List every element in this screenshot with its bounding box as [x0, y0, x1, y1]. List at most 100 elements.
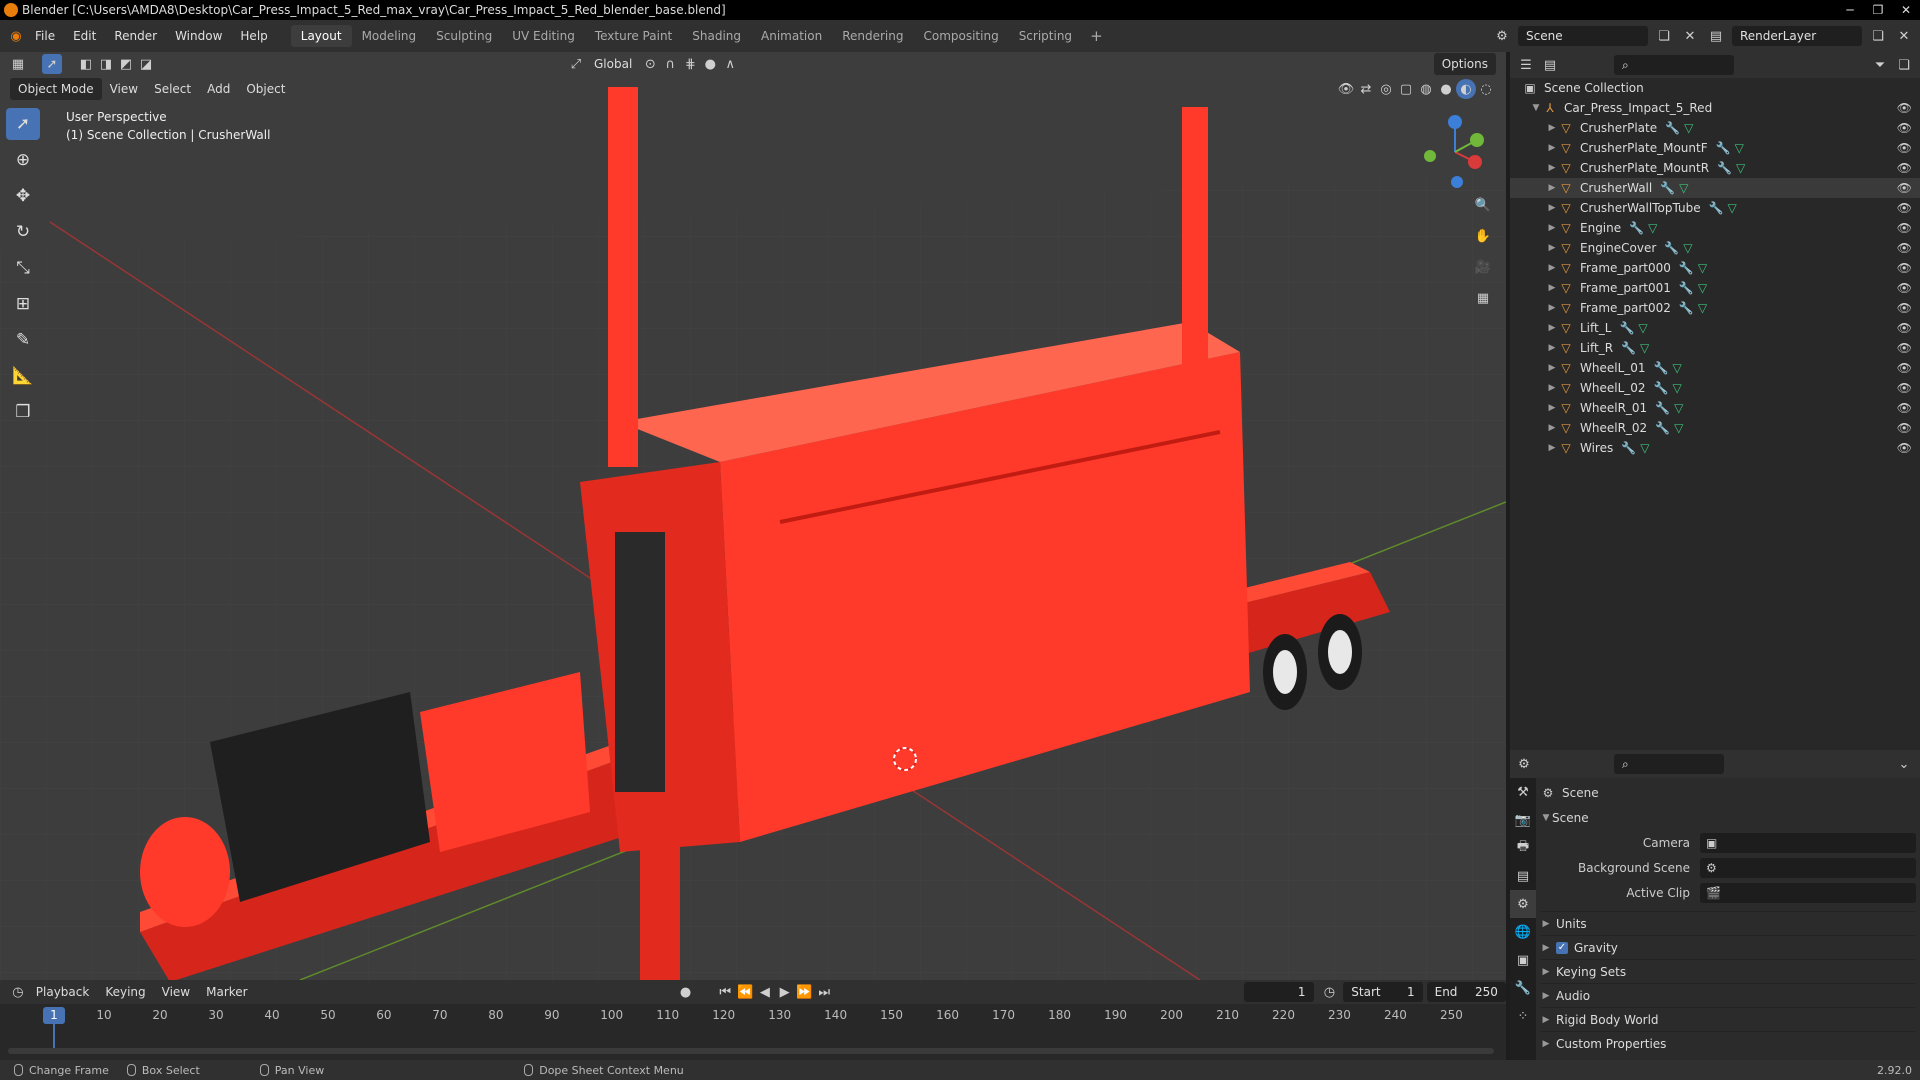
play-reverse-icon[interactable]: ◀: [755, 982, 775, 1002]
mesh-data-icon[interactable]: ▽: [1728, 201, 1737, 215]
outliner-editor-icon[interactable]: ☰: [1516, 55, 1536, 75]
mesh-data-icon[interactable]: ▽: [1640, 341, 1649, 355]
menu-file[interactable]: File: [26, 29, 64, 43]
end-frame-field[interactable]: End 250: [1426, 982, 1506, 1002]
viewport-menu-view[interactable]: View: [102, 78, 146, 100]
select-intersect-icon[interactable]: ◪: [136, 54, 156, 74]
eye-icon[interactable]: 👁: [1897, 298, 1912, 318]
tab-scripting[interactable]: Scripting: [1009, 25, 1082, 47]
menu-render[interactable]: Render: [105, 29, 166, 43]
tool-tab-icon[interactable]: ⚒: [1510, 778, 1536, 806]
tab-sculpting[interactable]: Sculpting: [426, 25, 502, 47]
prev-keyframe-icon[interactable]: ⏪: [735, 982, 755, 1002]
eye-icon[interactable]: 👁: [1897, 378, 1912, 398]
view-layer-tab-icon[interactable]: ▤: [1510, 862, 1536, 890]
select-mode-icon[interactable]: ➚: [42, 54, 62, 74]
filter-icon[interactable]: ⏷: [1870, 55, 1890, 75]
expand-triangle-icon[interactable]: ▶: [1546, 203, 1558, 213]
modifier-icon[interactable]: 🔧: [1654, 381, 1669, 395]
select-box-icon[interactable]: ◧: [76, 54, 96, 74]
modifier-icon[interactable]: 🔧: [1655, 401, 1670, 415]
orientation-dropdown[interactable]: Global: [586, 53, 640, 75]
move-tool-icon[interactable]: ✥: [6, 180, 40, 212]
mesh-data-icon[interactable]: ▽: [1698, 261, 1707, 275]
modifier-icon[interactable]: 🔧: [1629, 221, 1644, 235]
mesh-data-icon[interactable]: ▽: [1698, 301, 1707, 315]
eye-icon[interactable]: 👁: [1897, 338, 1912, 358]
xray-icon[interactable]: ▢: [1396, 79, 1416, 99]
outliner-search-input[interactable]: ⌕: [1614, 55, 1734, 75]
transform-tool-icon[interactable]: ⊞: [6, 288, 40, 320]
outliner-item[interactable]: ▶ ▽ Frame_part000 🔧 ▽ 👁: [1510, 258, 1920, 278]
panel-expand-icon[interactable]: ▶: [1540, 967, 1552, 977]
modifier-icon[interactable]: 🔧: [1717, 161, 1732, 175]
timeline-editor-icon[interactable]: ◷: [8, 982, 28, 1002]
expand-triangle-icon[interactable]: ▶: [1546, 263, 1558, 273]
renderlayer-icon[interactable]: ▤: [1706, 26, 1726, 46]
outliner-collection[interactable]: ▼ ⅄ Car_Press_Impact_5_Red 👁: [1510, 98, 1920, 118]
expand-triangle-icon[interactable]: ▶: [1546, 223, 1558, 233]
modifier-icon[interactable]: 🔧: [1621, 341, 1636, 355]
add-cube-tool-icon[interactable]: ❒: [6, 396, 40, 428]
new-collection-icon[interactable]: ❏: [1894, 55, 1914, 75]
menu-window[interactable]: Window: [166, 29, 231, 43]
expand-triangle-icon[interactable]: ▶: [1546, 123, 1558, 133]
eye-icon[interactable]: 👁: [1897, 278, 1912, 298]
section-expand-icon[interactable]: ▼: [1540, 813, 1552, 823]
proportional-icon[interactable]: ●: [700, 54, 720, 74]
current-frame-indicator[interactable]: 1: [43, 1007, 65, 1024]
modifier-icon[interactable]: 🔧: [1655, 421, 1670, 435]
outliner-item[interactable]: ▶ ▽ EngineCover 🔧 ▽ 👁: [1510, 238, 1920, 258]
modifier-icon[interactable]: 🔧: [1709, 201, 1724, 215]
outliner-scene-collection[interactable]: ▣ Scene Collection: [1510, 78, 1920, 98]
tab-texture-paint[interactable]: Texture Paint: [585, 25, 682, 47]
new-renderlayer-icon[interactable]: ❏: [1868, 26, 1888, 46]
timeline-scrollbar[interactable]: [8, 1048, 1494, 1054]
expand-triangle-icon[interactable]: ▶: [1546, 423, 1558, 433]
minimize-icon[interactable]: ─: [1836, 0, 1864, 20]
render-tab-icon[interactable]: 📷: [1510, 806, 1536, 834]
outliner-item[interactable]: ▶ ▽ CrusherPlate_MountR 🔧 ▽ 👁: [1510, 158, 1920, 178]
snap-icon[interactable]: ∩: [660, 54, 680, 74]
property-panel[interactable]: ▶ Audio: [1540, 983, 1916, 1007]
outliner-item[interactable]: ▶ ▽ CrusherWall 🔧 ▽ 👁: [1510, 178, 1920, 198]
world-tab-icon[interactable]: 🌐: [1510, 918, 1536, 946]
scene-icon[interactable]: ⚙: [1492, 26, 1512, 46]
material-shading-icon[interactable]: ◐: [1456, 79, 1476, 99]
modifier-icon[interactable]: 🔧: [1621, 441, 1636, 455]
play-icon[interactable]: ▶: [775, 982, 795, 1002]
eye-icon[interactable]: 👁: [1897, 118, 1912, 138]
expand-triangle-icon[interactable]: ▶: [1546, 383, 1558, 393]
gizmo-icon[interactable]: ⇄: [1356, 79, 1376, 99]
overlay-icon[interactable]: ◎: [1376, 79, 1396, 99]
property-panel[interactable]: ▶ Rigid Body World: [1540, 1007, 1916, 1031]
visibility-icon[interactable]: 👁: [1336, 79, 1356, 99]
panel-expand-icon[interactable]: ▶: [1540, 1039, 1552, 1049]
modifier-icon[interactable]: 🔧: [1654, 361, 1669, 375]
timeline-menu-view[interactable]: View: [154, 981, 198, 1003]
expand-triangle-icon[interactable]: ▶: [1546, 243, 1558, 253]
annotate-tool-icon[interactable]: ✎: [6, 324, 40, 356]
clock-icon[interactable]: ◷: [1320, 982, 1340, 1002]
jump-end-icon[interactable]: ⏭: [814, 982, 834, 1002]
jump-start-icon[interactable]: ⏮: [715, 982, 735, 1002]
rendered-shading-icon[interactable]: ◌: [1476, 79, 1496, 99]
outliner-item[interactable]: ▶ ▽ Wires 🔧 ▽ 👁: [1510, 438, 1920, 458]
mesh-data-icon[interactable]: ▽: [1679, 181, 1688, 195]
select-tool-icon[interactable]: ➚: [6, 108, 40, 140]
mesh-data-icon[interactable]: ▽: [1684, 121, 1693, 135]
mesh-data-icon[interactable]: ▽: [1736, 161, 1745, 175]
properties-search-input[interactable]: ⌕: [1614, 754, 1724, 774]
expand-triangle-icon[interactable]: ▶: [1546, 343, 1558, 353]
outliner-item[interactable]: ▶ ▽ Frame_part002 🔧 ▽ 👁: [1510, 298, 1920, 318]
display-mode-icon[interactable]: ▤: [1540, 55, 1560, 75]
outliner-item[interactable]: ▶ ▽ WheelL_02 🔧 ▽ 👁: [1510, 378, 1920, 398]
outliner-item[interactable]: ▶ ▽ Frame_part001 🔧 ▽ 👁: [1510, 278, 1920, 298]
editor-type-icon[interactable]: ▦: [8, 54, 28, 74]
scene-selector[interactable]: Scene: [1518, 26, 1648, 46]
zoom-icon[interactable]: 🔍: [1470, 192, 1496, 218]
property-panel[interactable]: ▶ ✓ Gravity: [1540, 935, 1916, 959]
tab-animation[interactable]: Animation: [751, 25, 832, 47]
next-keyframe-icon[interactable]: ⏩: [795, 982, 815, 1002]
outliner-item[interactable]: ▶ ▽ CrusherPlate 🔧 ▽ 👁: [1510, 118, 1920, 138]
